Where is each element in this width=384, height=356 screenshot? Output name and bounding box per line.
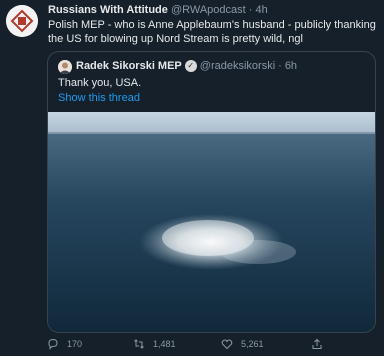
show-thread-link[interactable]: Show this thread <box>58 92 140 104</box>
quoted-author-name[interactable]: Radek Sikorski MEP <box>76 60 182 72</box>
reply-count: 170 <box>67 339 83 349</box>
retweet-button[interactable]: 1,481 <box>133 338 176 350</box>
person-photo-icon <box>58 60 72 74</box>
sea-photo[interactable] <box>48 112 375 332</box>
tweet-text: Polish MEP - who is Anne Applebaum's hus… <box>48 19 376 45</box>
like-count: 5,261 <box>241 339 264 349</box>
tweet[interactable]: Russians With Attitude @RWApodcast · 4h … <box>0 0 384 356</box>
quoted-header: Radek Sikorski MEP ✓ @radeksikorski · 6h <box>76 60 297 72</box>
quoted-text: Thank you, USA. <box>58 77 142 89</box>
author-name[interactable]: Russians With Attitude <box>48 4 168 16</box>
reply-button[interactable]: 170 <box>47 338 82 350</box>
share-button[interactable] <box>311 338 323 350</box>
author-handle[interactable]: @RWApodcast <box>171 4 246 16</box>
separator-dot: · <box>278 60 282 72</box>
like-button[interactable]: 5,261 <box>221 338 264 350</box>
quoted-avatar[interactable] <box>58 60 72 74</box>
separator-dot: · <box>248 4 253 16</box>
retweet-icon <box>134 339 144 349</box>
tweet-header: Russians With Attitude @RWApodcast · 4h <box>48 4 268 16</box>
heart-icon <box>221 339 233 350</box>
retweet-count: 1,481 <box>153 339 176 349</box>
quoted-time[interactable]: 6h <box>285 60 297 72</box>
quoted-author-handle[interactable]: @radeksikorski <box>200 60 275 72</box>
verified-badge-icon: ✓ <box>184 60 197 72</box>
tweet-actions: 170 1,481 5,261 <box>47 338 377 352</box>
share-icon <box>312 338 322 349</box>
tweet-time[interactable]: 4h <box>256 4 268 16</box>
quoted-tweet[interactable]: Radek Sikorski MEP ✓ @radeksikorski · 6h… <box>47 51 376 333</box>
logo-icon <box>6 5 38 37</box>
reply-icon <box>48 338 58 350</box>
avatar[interactable] <box>6 5 38 37</box>
